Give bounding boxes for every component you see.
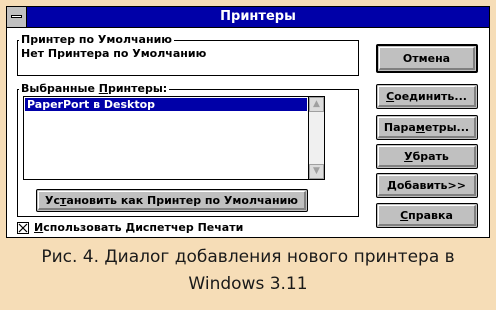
screenshot-frame: Принтеры Принтер по Умолчанию Нет Принте…: [0, 0, 496, 310]
connect-button[interactable]: Соединить...: [376, 84, 478, 109]
window-title: Принтеры: [220, 9, 296, 24]
use-print-manager-checkbox[interactable]: [17, 222, 29, 234]
arrow-up-icon: ▲: [313, 99, 320, 109]
system-menu-icon: [11, 15, 22, 18]
arrow-down-icon: ▼: [313, 166, 320, 176]
cancel-button[interactable]: Отмена: [376, 44, 478, 73]
setup-button[interactable]: Пара м етры...: [376, 115, 478, 140]
checkmark-x-icon: [18, 223, 28, 233]
set-default-printer-button[interactable]: Ус т ановить как Принтер по Умолчанию: [36, 189, 308, 212]
default-printer-value: Нет Принтера по Умолчанию: [21, 47, 207, 60]
printer-list-item[interactable]: PaperPort в Desktop: [25, 98, 307, 111]
system-menu-button[interactable]: [7, 7, 27, 27]
printers-dialog: Принтеры Принтер по Умолчанию Нет Принте…: [6, 6, 490, 238]
caption-line-1: Рис. 4. Диалог добавления нового принтер…: [41, 247, 455, 267]
caption-line-2: Windows 3.11: [188, 274, 308, 294]
title-bar: Принтеры: [7, 7, 489, 28]
scroll-down-button[interactable]: ▼: [309, 164, 324, 179]
listbox-scrollbar[interactable]: ▲ ▼: [308, 97, 324, 179]
default-printer-group-label: Принтер по Умолчанию: [19, 33, 174, 46]
remove-button[interactable]: Убрать: [376, 144, 478, 169]
installed-printers-listbox[interactable]: PaperPort в Desktop ▲ ▼: [23, 96, 325, 180]
installed-printers-label: Выбранные Принтеры:: [19, 82, 170, 95]
figure-caption: Рис. 4. Диалог добавления нового принтер…: [0, 244, 496, 304]
scroll-up-button[interactable]: ▲: [309, 97, 324, 112]
add-button[interactable]: Добавить>>: [376, 173, 478, 198]
use-print-manager-label[interactable]: Использовать Диспетчер Печати: [34, 222, 243, 234]
help-button[interactable]: Справка: [376, 203, 478, 228]
